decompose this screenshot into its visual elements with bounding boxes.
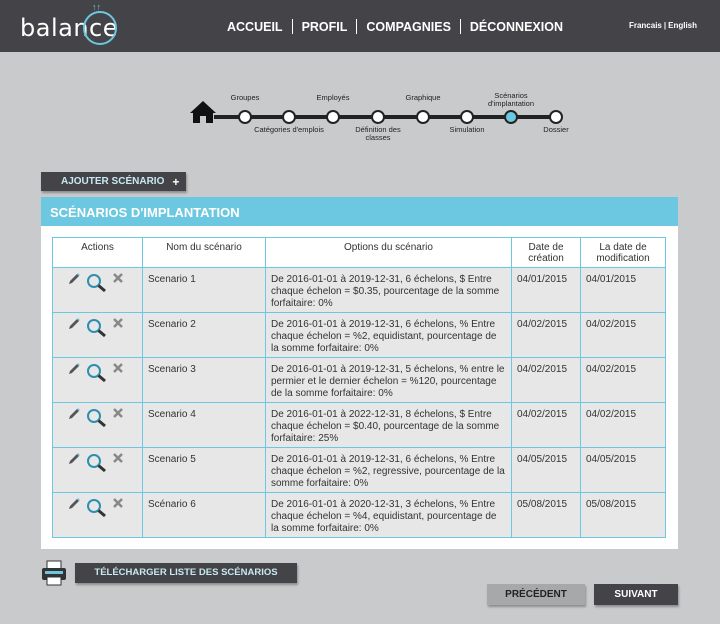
step-dot[interactable]: [416, 110, 430, 124]
previous-button[interactable]: PRÉCÉDENT: [487, 584, 585, 605]
col-actions: Actions: [52, 237, 143, 268]
view-magnifier-icon[interactable]: [86, 453, 108, 473]
delete-x-icon[interactable]: [112, 452, 124, 464]
step-label: Simulation: [449, 125, 485, 134]
view-magnifier-icon[interactable]: [86, 363, 108, 383]
panel-title: SCÉNARIOS D'IMPLANTATION: [41, 197, 678, 226]
scenarios-panel: SCÉNARIOS D'IMPLANTATION Actions Nom du …: [41, 197, 678, 549]
created-date: 05/08/2015: [511, 492, 581, 538]
lang-francais[interactable]: Francais: [629, 21, 662, 30]
table-row: Scenario 2 De 2016-01-01 à 2019-12-31, 6 …: [52, 312, 666, 358]
modified-date: 04/05/2015: [580, 447, 666, 493]
step-dot[interactable]: [460, 110, 474, 124]
col-created: Date de création: [511, 237, 581, 268]
edit-pencil-icon[interactable]: [67, 317, 81, 331]
actions-cell: [52, 267, 143, 313]
lang-english[interactable]: English: [668, 21, 697, 30]
next-button[interactable]: SUIVANT: [594, 584, 678, 605]
step-label: Graphique: [405, 93, 441, 102]
col-options: Options du scénario: [265, 237, 512, 268]
nav-compagnies[interactable]: COMPAGNIES: [357, 20, 460, 34]
download-scenarios-button[interactable]: TÉLÉCHARGER LISTE DES SCÉNARIOS: [75, 563, 297, 583]
edit-pencil-icon[interactable]: [67, 452, 81, 466]
modified-date: 04/02/2015: [580, 312, 666, 358]
modified-date: 04/02/2015: [580, 357, 666, 403]
nav-accueil[interactable]: ACCUEIL: [218, 20, 292, 34]
plus-icon: +: [172, 174, 180, 189]
add-scenario-label: AJOUTER SCÉNARIO: [61, 176, 165, 187]
scenario-options: De 2016-01-01 à 2019-12-31, 6 échelons, …: [265, 267, 512, 313]
table-row: Scenario 1 De 2016-01-01 à 2019-12-31, 6 …: [52, 267, 666, 313]
col-name: Nom du scénario: [142, 237, 266, 268]
step-dot[interactable]: [282, 110, 296, 124]
step-label: Catégories d'emplois: [254, 125, 324, 134]
edit-pencil-icon[interactable]: [67, 497, 81, 511]
step-dot[interactable]: [326, 110, 340, 124]
view-magnifier-icon[interactable]: [86, 318, 108, 338]
modified-date: 04/01/2015: [580, 267, 666, 313]
step-label: Employés: [316, 93, 350, 102]
delete-x-icon[interactable]: [112, 497, 124, 509]
col-modified: La date de modification: [580, 237, 666, 268]
step-dot[interactable]: [371, 110, 385, 124]
edit-pencil-icon[interactable]: [67, 407, 81, 421]
scenario-name: Scenario 3: [142, 357, 266, 403]
modified-date: 05/08/2015: [580, 492, 666, 538]
view-magnifier-icon[interactable]: [86, 273, 108, 293]
logo-ring: [83, 11, 117, 45]
created-date: 04/02/2015: [511, 312, 581, 358]
scenario-name: Scenario 4: [142, 402, 266, 448]
scenario-name: Scenario 1: [142, 267, 266, 313]
edit-pencil-icon[interactable]: [67, 362, 81, 376]
language-switch: Francais | English: [628, 21, 697, 30]
delete-x-icon[interactable]: [112, 407, 124, 419]
scenario-name: Scénario 6: [142, 492, 266, 538]
step-label: Groupes: [230, 93, 260, 102]
step-dot[interactable]: [504, 110, 518, 124]
scenario-options: De 2016-01-01 à 2022-12-31, 8 échelons, …: [265, 402, 512, 448]
scenarios-table: Actions Nom du scénario Options du scéna…: [52, 237, 666, 538]
step-label: Scénarios d'implantation: [487, 91, 535, 108]
nav-deconnexion[interactable]: DÉCONNEXION: [461, 20, 572, 34]
actions-cell: [52, 447, 143, 493]
created-date: 04/01/2015: [511, 267, 581, 313]
view-magnifier-icon[interactable]: [86, 408, 108, 428]
step-dot[interactable]: [238, 110, 252, 124]
delete-x-icon[interactable]: [112, 362, 124, 374]
actions-cell: [52, 492, 143, 538]
scenario-options: De 2016-01-01 à 2019-12-31, 6 échelons, …: [265, 447, 512, 493]
table-row: Scenario 4 De 2016-01-01 à 2022-12-31, 8 …: [52, 402, 666, 448]
delete-x-icon[interactable]: [112, 272, 124, 284]
scenario-options: De 2016-01-01 à 2020-12-31, 3 échelons, …: [265, 492, 512, 538]
delete-x-icon[interactable]: [112, 317, 124, 329]
top-bar: balance ↑↑ ACCUEIL PROFIL COMPAGNIES DÉC…: [0, 0, 720, 52]
step-label: Dossier: [543, 125, 569, 134]
created-date: 04/02/2015: [511, 357, 581, 403]
step-label: Définition des classes: [355, 125, 401, 142]
actions-cell: [52, 357, 143, 403]
scenario-name: Scenario 5: [142, 447, 266, 493]
scenario-options: De 2016-01-01 à 2019-12-31, 5 échelons, …: [265, 357, 512, 403]
printer-icon[interactable]: [41, 560, 67, 586]
home-icon[interactable]: [190, 100, 216, 124]
table-row: Scénario 6 De 2016-01-01 à 2020-12-31, 3 …: [52, 492, 666, 538]
logo-arrows-icon: ↑↑: [92, 2, 101, 12]
progress-stepper: Groupes Catégories d'emplois Employés Défin…: [0, 88, 720, 148]
scenario-options: De 2016-01-01 à 2019-12-31, 6 échelons, …: [265, 312, 512, 358]
actions-cell: [52, 312, 143, 358]
created-date: 04/02/2015: [511, 402, 581, 448]
step-dot[interactable]: [549, 110, 563, 124]
created-date: 04/05/2015: [511, 447, 581, 493]
main-nav: ACCUEIL PROFIL COMPAGNIES DÉCONNEXION: [218, 19, 572, 34]
add-scenario-button[interactable]: AJOUTER SCÉNARIO +: [41, 172, 186, 191]
table-row: Scenario 3 De 2016-01-01 à 2019-12-31, 5 …: [52, 357, 666, 403]
nav-profil[interactable]: PROFIL: [293, 20, 357, 34]
edit-pencil-icon[interactable]: [67, 272, 81, 286]
scenario-name: Scenario 2: [142, 312, 266, 358]
modified-date: 04/02/2015: [580, 402, 666, 448]
table-row: Scenario 5 De 2016-01-01 à 2019-12-31, 6 …: [52, 447, 666, 493]
actions-cell: [52, 402, 143, 448]
view-magnifier-icon[interactable]: [86, 498, 108, 518]
